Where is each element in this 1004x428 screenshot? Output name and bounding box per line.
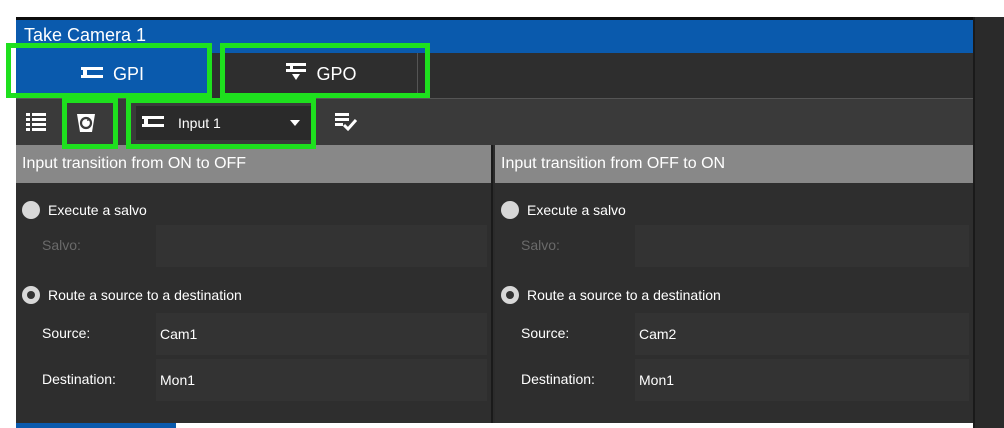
panel-heading: Input transition from OFF to ON	[495, 145, 973, 183]
source-label: Source:	[521, 325, 570, 341]
panel-heading: Input transition from ON to OFF	[16, 145, 491, 183]
input-select[interactable]: Input 1	[136, 106, 314, 140]
dialog-title: Take Camera 1	[16, 17, 973, 53]
gpi-config-dialog: Take Camera 1 GPI GPO Input 1 Input tran…	[0, 0, 1004, 428]
option-label: Route a source to a destination	[48, 287, 242, 303]
destination-field: Destination: Mon1	[16, 359, 491, 401]
execute-salvo-option[interactable]: Execute a salvo	[501, 201, 626, 219]
source-input[interactable]: Cam2	[635, 313, 969, 355]
route-option[interactable]: Route a source to a destination	[22, 286, 242, 304]
tab-gpi-label: GPI	[112, 64, 144, 84]
refresh-icon[interactable]	[72, 109, 100, 137]
panel-off-to-on: Input transition from OFF to ON Execute …	[495, 145, 973, 423]
panel-on-to-off: Input transition from ON to OFF Execute …	[16, 145, 493, 423]
option-label: Execute a salvo	[48, 202, 147, 218]
chevron-down-icon	[290, 120, 300, 126]
salvo-input[interactable]	[156, 225, 487, 267]
input-select-value: Input 1	[178, 115, 221, 131]
execute-salvo-option[interactable]: Execute a salvo	[22, 201, 147, 219]
transition-panels: Input transition from ON to OFF Execute …	[16, 145, 973, 423]
destination-input[interactable]: Mon1	[635, 359, 969, 401]
source-field: Source: Cam2	[495, 313, 973, 355]
tab-gpo-label: GPO	[316, 64, 357, 84]
source-field: Source: Cam1	[16, 313, 491, 355]
gpi-icon	[142, 115, 164, 132]
destination-label: Destination:	[42, 371, 116, 387]
salvo-label: Salvo:	[42, 237, 81, 253]
source-label: Source:	[42, 325, 91, 341]
list-icon[interactable]	[24, 110, 48, 134]
radio-button-selected[interactable]	[22, 286, 40, 304]
bottom-accent-bar	[16, 423, 176, 428]
gpi-icon	[80, 64, 103, 85]
option-label: Execute a salvo	[527, 202, 626, 218]
tab-gpi[interactable]: GPI	[16, 53, 209, 96]
destination-input[interactable]: Mon1	[156, 359, 487, 401]
source-input[interactable]: Cam1	[156, 313, 487, 355]
salvo-field: Salvo:	[495, 225, 973, 267]
destination-label: Destination:	[521, 371, 595, 387]
radio-button-selected[interactable]	[501, 286, 519, 304]
checklist-icon[interactable]	[334, 110, 358, 134]
toolbar: Input 1	[16, 98, 973, 145]
destination-field: Destination: Mon1	[495, 359, 973, 401]
salvo-field: Salvo:	[16, 225, 491, 267]
salvo-label: Salvo:	[521, 237, 560, 253]
radio-button[interactable]	[501, 201, 519, 219]
tab-gpo[interactable]: GPO	[226, 53, 418, 96]
gpo-icon	[286, 63, 307, 86]
side-strip	[973, 17, 1004, 428]
tab-bar: GPI GPO	[16, 53, 973, 98]
radio-button[interactable]	[22, 201, 40, 219]
option-label: Route a source to a destination	[527, 287, 721, 303]
salvo-input[interactable]	[635, 225, 969, 267]
route-option[interactable]: Route a source to a destination	[501, 286, 721, 304]
